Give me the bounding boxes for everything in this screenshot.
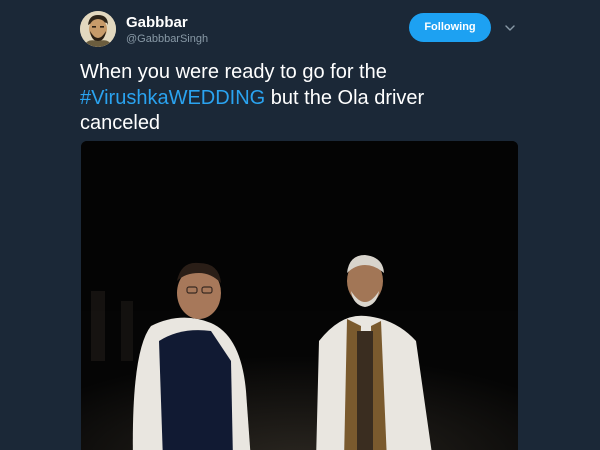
tweet-text-line3: canceled (80, 112, 161, 134)
display-name[interactable]: Gabbbar (126, 14, 188, 31)
avatar-illustration-icon (80, 11, 116, 47)
chevron-down-icon[interactable] (504, 21, 516, 33)
hashtag-link[interactable]: #VirushkaWEDDING (80, 87, 265, 109)
tweet-photo[interactable] (81, 141, 518, 450)
tweet-text-line2: but the Ola driver (265, 86, 425, 109)
night-photo-icon (81, 141, 518, 450)
avatar[interactable] (80, 11, 116, 47)
following-button[interactable]: Following (409, 13, 491, 42)
tweet-header: Gabbbar @GabbbarSingh Following (80, 10, 530, 50)
tweet-card: Gabbbar @GabbbarSingh Following When you… (0, 0, 600, 450)
tweet-text-line1: When you were ready to go for the (80, 61, 387, 83)
tweet-text: When you were ready to go for the #Virus… (80, 60, 550, 137)
user-handle[interactable]: @GabbbarSingh (126, 33, 208, 45)
